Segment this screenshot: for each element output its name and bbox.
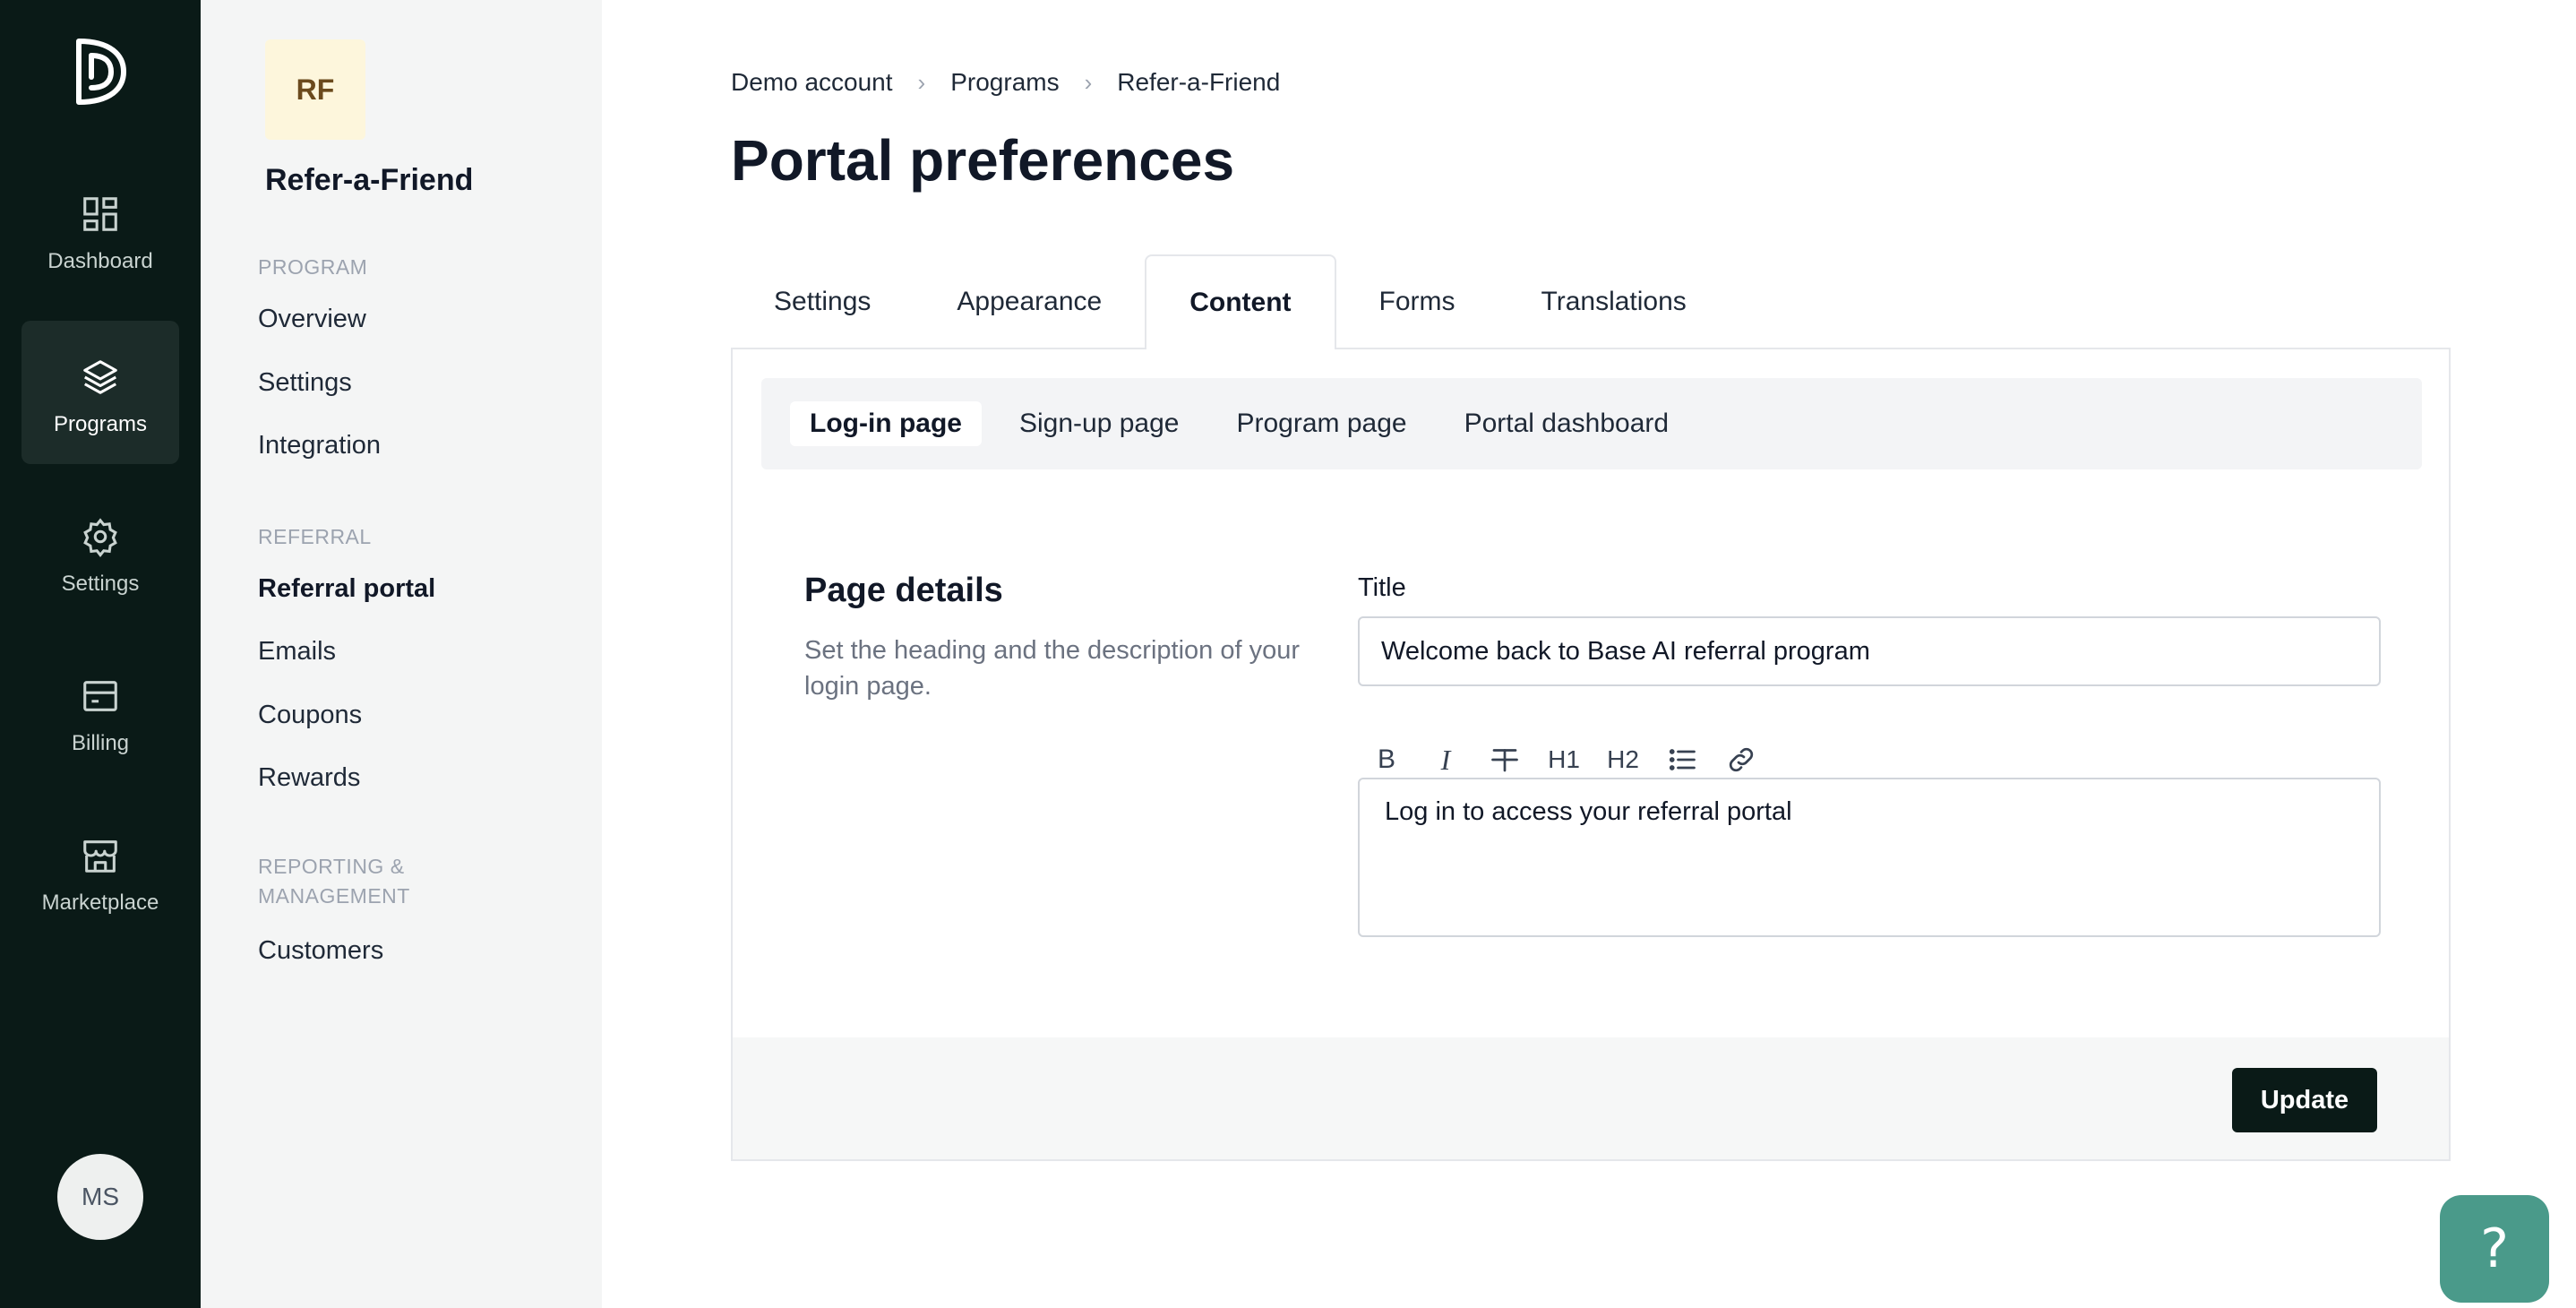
tab-appearance[interactable]: Appearance — [914, 254, 1145, 349]
program-sidebar: RF Refer-a-Friend PROGRAM Overview Setti… — [201, 0, 602, 1308]
subtab-signup-page[interactable]: Sign-up page — [1000, 401, 1198, 446]
sidebar-item-overview[interactable]: Overview — [258, 305, 366, 334]
tab-translations[interactable]: Translations — [1498, 254, 1730, 349]
tab-forms[interactable]: Forms — [1336, 254, 1498, 349]
breadcrumb-item[interactable]: Programs — [950, 68, 1059, 97]
sidebar-item-referral-portal[interactable]: Referral portal — [258, 574, 435, 604]
preferences-tabs: Settings Appearance Content Forms Transl… — [731, 254, 1730, 349]
section-description: Set the heading and the description of y… — [804, 636, 1300, 701]
description-editor[interactable]: Log in to access your referral portal — [1358, 778, 2381, 937]
chevron-right-icon: › — [917, 68, 926, 96]
heading-2-icon[interactable]: H2 — [1605, 742, 1641, 778]
sidebar-item-rewards[interactable]: Rewards — [258, 763, 360, 793]
tab-content[interactable]: Content — [1145, 254, 1336, 349]
program-name: Refer-a-Friend — [265, 163, 474, 197]
app-rail: Dashboard Programs Settings Billing Mark… — [0, 0, 201, 1308]
help-button[interactable]: ? — [2440, 1195, 2549, 1303]
subtab-program-page[interactable]: Program page — [1216, 401, 1426, 446]
section-heading-line: MANAGEMENT — [258, 884, 410, 908]
rail-item-programs[interactable]: Programs — [21, 321, 179, 464]
rail-item-billing[interactable]: Billing — [21, 640, 179, 783]
subtab-portal-dashboard[interactable]: Portal dashboard — [1445, 401, 1689, 446]
breadcrumb-item[interactable]: Refer-a-Friend — [1117, 68, 1280, 97]
rail-item-settings[interactable]: Settings — [21, 480, 179, 624]
heading-1-glyph: H1 — [1548, 745, 1580, 773]
billing-icon — [83, 681, 117, 711]
sidebar-item-customers[interactable]: Customers — [258, 936, 383, 966]
bold-glyph: B — [1377, 744, 1395, 774]
rail-item-label: Marketplace — [41, 891, 159, 915]
section-heading-referral: REFERRAL — [258, 525, 372, 548]
panel-footer: Update — [733, 1037, 2449, 1159]
rail-item-label: Settings — [61, 572, 140, 596]
user-avatar[interactable]: MS — [57, 1154, 143, 1240]
chevron-right-icon: › — [1084, 68, 1093, 96]
bold-icon[interactable]: B — [1369, 742, 1404, 778]
page-subtabs: Log-in page Sign-up page Program page Po… — [761, 378, 2422, 469]
sidebar-item-integration[interactable]: Integration — [258, 431, 381, 460]
subtab-login-page[interactable]: Log-in page — [790, 401, 982, 446]
brand-logo-icon[interactable] — [72, 36, 129, 108]
section-heading-line: REPORTING & — [258, 855, 405, 878]
rail-item-label: Dashboard — [47, 249, 153, 273]
store-icon — [83, 840, 117, 873]
page-title: Portal preferences — [731, 128, 1235, 193]
rail-item-label: Programs — [53, 412, 148, 436]
bullet-list-icon[interactable] — [1664, 742, 1700, 778]
sidebar-item-emails[interactable]: Emails — [258, 637, 336, 667]
rich-text-toolbar: B I H1 H2 — [1369, 742, 1782, 778]
section-heading-program: PROGRAM — [258, 255, 368, 279]
tab-settings[interactable]: Settings — [731, 254, 914, 349]
sidebar-item-coupons[interactable]: Coupons — [258, 701, 362, 730]
layers-icon — [83, 360, 117, 394]
sidebar-item-settings[interactable]: Settings — [258, 368, 352, 398]
link-icon[interactable] — [1723, 742, 1759, 778]
rail-item-dashboard[interactable]: Dashboard — [21, 158, 179, 301]
rail-item-marketplace[interactable]: Marketplace — [21, 799, 179, 942]
italic-icon[interactable]: I — [1428, 742, 1464, 778]
rail-item-label: Billing — [71, 731, 130, 755]
strikethrough-icon[interactable] — [1487, 742, 1523, 778]
dashboard-icon — [83, 197, 117, 231]
breadcrumb-item[interactable]: Demo account — [731, 68, 893, 97]
content-panel: Log-in page Sign-up page Program page Po… — [731, 348, 2451, 1161]
heading-1-icon[interactable]: H1 — [1546, 742, 1582, 778]
section-heading-reporting: REPORTING & MANAGEMENT — [258, 852, 410, 911]
update-button[interactable]: Update — [2232, 1068, 2377, 1132]
section-title: Page details — [804, 572, 1003, 609]
heading-2-glyph: H2 — [1607, 745, 1639, 773]
program-badge: RF — [265, 39, 365, 140]
breadcrumb: Demo account › Programs › Refer-a-Friend — [731, 68, 1280, 97]
italic-glyph: I — [1440, 743, 1451, 776]
title-label: Title — [1358, 573, 1406, 602]
gear-icon — [83, 518, 117, 557]
title-input[interactable] — [1358, 616, 2381, 686]
